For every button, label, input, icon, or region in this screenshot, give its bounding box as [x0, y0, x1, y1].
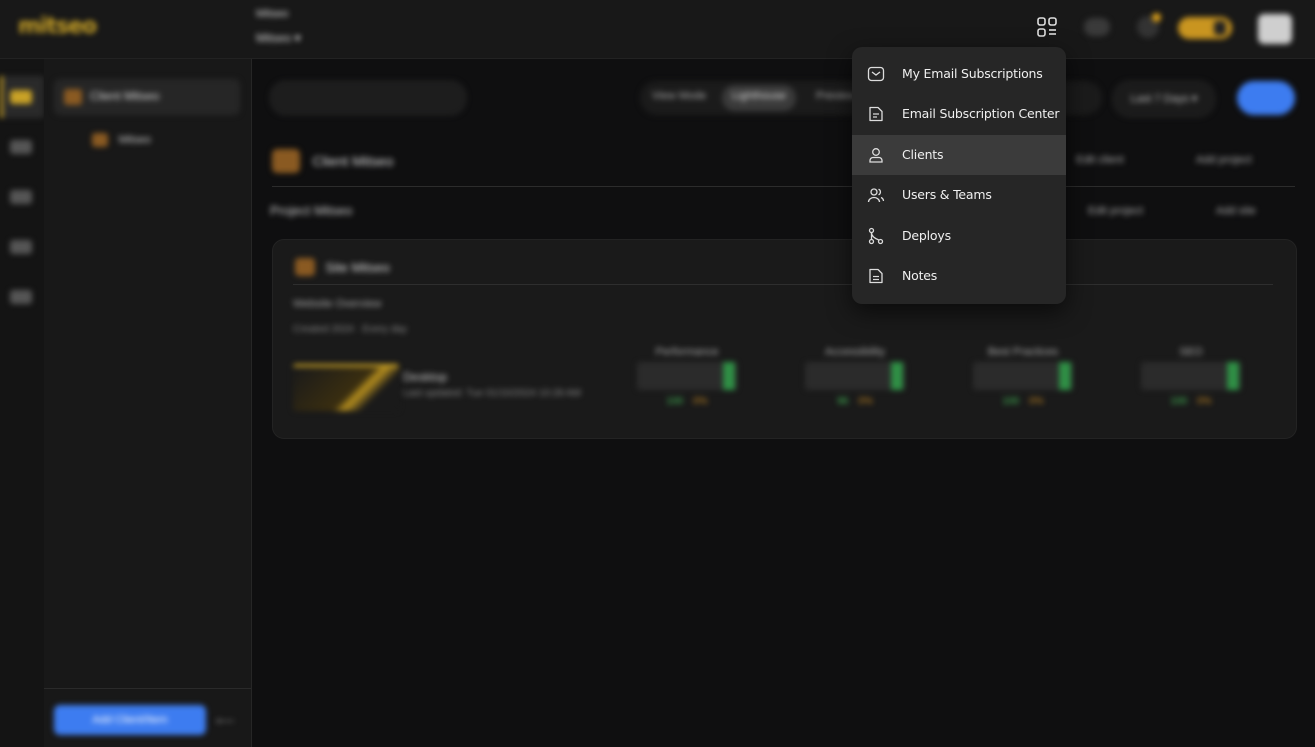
- metric-bar: [637, 362, 737, 390]
- metric-delta: 0%: [1197, 396, 1212, 407]
- workspace-selector[interactable]: Mitseo ▾: [256, 31, 301, 45]
- site-name: Desktop: [403, 370, 448, 384]
- divider: [44, 688, 251, 689]
- divider: [272, 186, 1295, 187]
- menu-item-clients[interactable]: Clients: [852, 135, 1066, 175]
- client-tree-panel: Client Mitseo Mitseo Add Client/Item ⟵: [44, 59, 252, 747]
- notification-badge: [1152, 13, 1161, 22]
- menu-item-users-teams[interactable]: Users & Teams: [852, 175, 1066, 215]
- metric-name: SEO: [1179, 346, 1203, 358]
- note-icon: [869, 268, 883, 284]
- card-header: Site Mitseo: [295, 258, 390, 276]
- card-title: Site Mitseo: [325, 259, 390, 275]
- metric-name: Performance: [655, 346, 719, 358]
- tree-child-label: Mitseo: [118, 133, 151, 146]
- menu-item-label: Notes: [902, 268, 938, 283]
- menu-item-email-subscription-center[interactable]: Email Subscription Center: [852, 94, 1066, 134]
- menu-item-label: Users & Teams: [902, 187, 992, 202]
- tree-item-client[interactable]: Client Mitseo: [54, 79, 240, 115]
- metric-accessibility[interactable]: Accessibility 96 0%: [805, 346, 905, 407]
- left-rail: [0, 59, 45, 747]
- folder-icon: [92, 132, 108, 147]
- menu-item-label: Email Subscription Center: [902, 106, 1060, 121]
- filter-button[interactable]: [1237, 81, 1295, 115]
- date-range-select[interactable]: Last 7 Days ▾: [1113, 81, 1215, 117]
- edit-project-button[interactable]: Edit project: [1088, 205, 1143, 217]
- metric-name: Accessibility: [825, 346, 885, 358]
- tab-preview[interactable]: Preview: [816, 90, 855, 102]
- avatar[interactable]: [1258, 14, 1292, 44]
- metric-score: 100: [1170, 396, 1188, 407]
- metric-performance[interactable]: Performance 100 0%: [637, 346, 737, 407]
- menu-item-notes[interactable]: Notes: [852, 256, 1066, 296]
- metric-score: 100: [1002, 396, 1020, 407]
- chat-icon[interactable]: [10, 290, 32, 304]
- menu-item-label: My Email Subscriptions: [902, 66, 1043, 81]
- metric-seo[interactable]: SEO 100 0%: [1141, 346, 1241, 407]
- tab-lighthouse[interactable]: Lighthouse: [732, 90, 786, 102]
- git-branch-icon: [868, 227, 884, 245]
- menu-item-label: Clients: [902, 147, 944, 162]
- users-icon: [867, 188, 885, 203]
- metric-score: 100: [666, 396, 684, 407]
- divider: [293, 284, 1273, 285]
- main-content: View Mode Lighthouse Preview Last 7 Days…: [252, 59, 1315, 747]
- metric-score: 96: [837, 396, 849, 407]
- metric-bar: [973, 362, 1073, 390]
- client-title: Client Mitseo: [312, 153, 394, 169]
- tab-view-mode[interactable]: View Mode: [652, 90, 706, 102]
- database-icon[interactable]: [10, 90, 32, 104]
- metric-best-practices[interactable]: Best Practices 100 0%: [973, 346, 1073, 407]
- grid-icon[interactable]: [10, 140, 32, 154]
- search-input[interactable]: [270, 81, 466, 115]
- apps-menu-icon[interactable]: [1036, 16, 1058, 38]
- client-header: Client Mitseo: [272, 149, 393, 173]
- project-label: Project Mitseo: [270, 203, 353, 218]
- tree-item-label: Client Mitseo: [90, 89, 160, 103]
- metric-delta: 0%: [693, 396, 708, 407]
- edit-client-button[interactable]: Edit client: [1076, 154, 1124, 166]
- metric-delta: 0%: [1029, 396, 1044, 407]
- document-icon: [869, 106, 883, 122]
- card-subtitle: Website Overview: [293, 298, 382, 310]
- tree-item-child[interactable]: Mitseo: [92, 131, 151, 149]
- users-icon[interactable]: [10, 240, 32, 254]
- add-project-button[interactable]: Add project: [1196, 154, 1252, 166]
- folder-icon: [295, 258, 315, 276]
- site-date: Last updated: Tue 01/10/2024 10:28 AM: [403, 388, 581, 399]
- app-logo[interactable]: mitseo: [18, 14, 97, 39]
- add-site-button[interactable]: Add site: [1216, 205, 1256, 217]
- menu-item-my-email-subscriptions[interactable]: My Email Subscriptions: [852, 54, 1066, 94]
- metric-name: Best Practices: [987, 346, 1059, 358]
- site-thumbnail[interactable]: [293, 364, 399, 411]
- arrow-left-icon[interactable]: ⟵: [216, 713, 235, 729]
- envelope-icon: [867, 66, 885, 82]
- metric-bar: [805, 362, 905, 390]
- help-icon[interactable]: [1084, 18, 1110, 36]
- menu-item-deploys[interactable]: Deploys: [852, 216, 1066, 256]
- user-icon: [869, 148, 883, 163]
- card-meta: Created 2024 · Every day: [293, 324, 407, 335]
- theme-toggle[interactable]: [1178, 17, 1232, 39]
- apps-dropdown-menu: My Email Subscriptions Email Subscriptio…: [852, 47, 1066, 304]
- site-card: Site Mitseo Website Overview Created 202…: [272, 239, 1297, 439]
- add-client-button[interactable]: Add Client/Item: [54, 705, 206, 735]
- metric-delta: 0%: [858, 396, 873, 407]
- metric-bar: [1141, 362, 1241, 390]
- folder-icon: [272, 149, 300, 173]
- folder-icon: [64, 89, 82, 105]
- top-bar: mitseo Mitseo Mitseo ▾: [0, 0, 1315, 59]
- monitor-icon[interactable]: [10, 190, 32, 204]
- breadcrumb-parent: Mitseo: [256, 8, 289, 20]
- menu-item-label: Deploys: [902, 228, 951, 243]
